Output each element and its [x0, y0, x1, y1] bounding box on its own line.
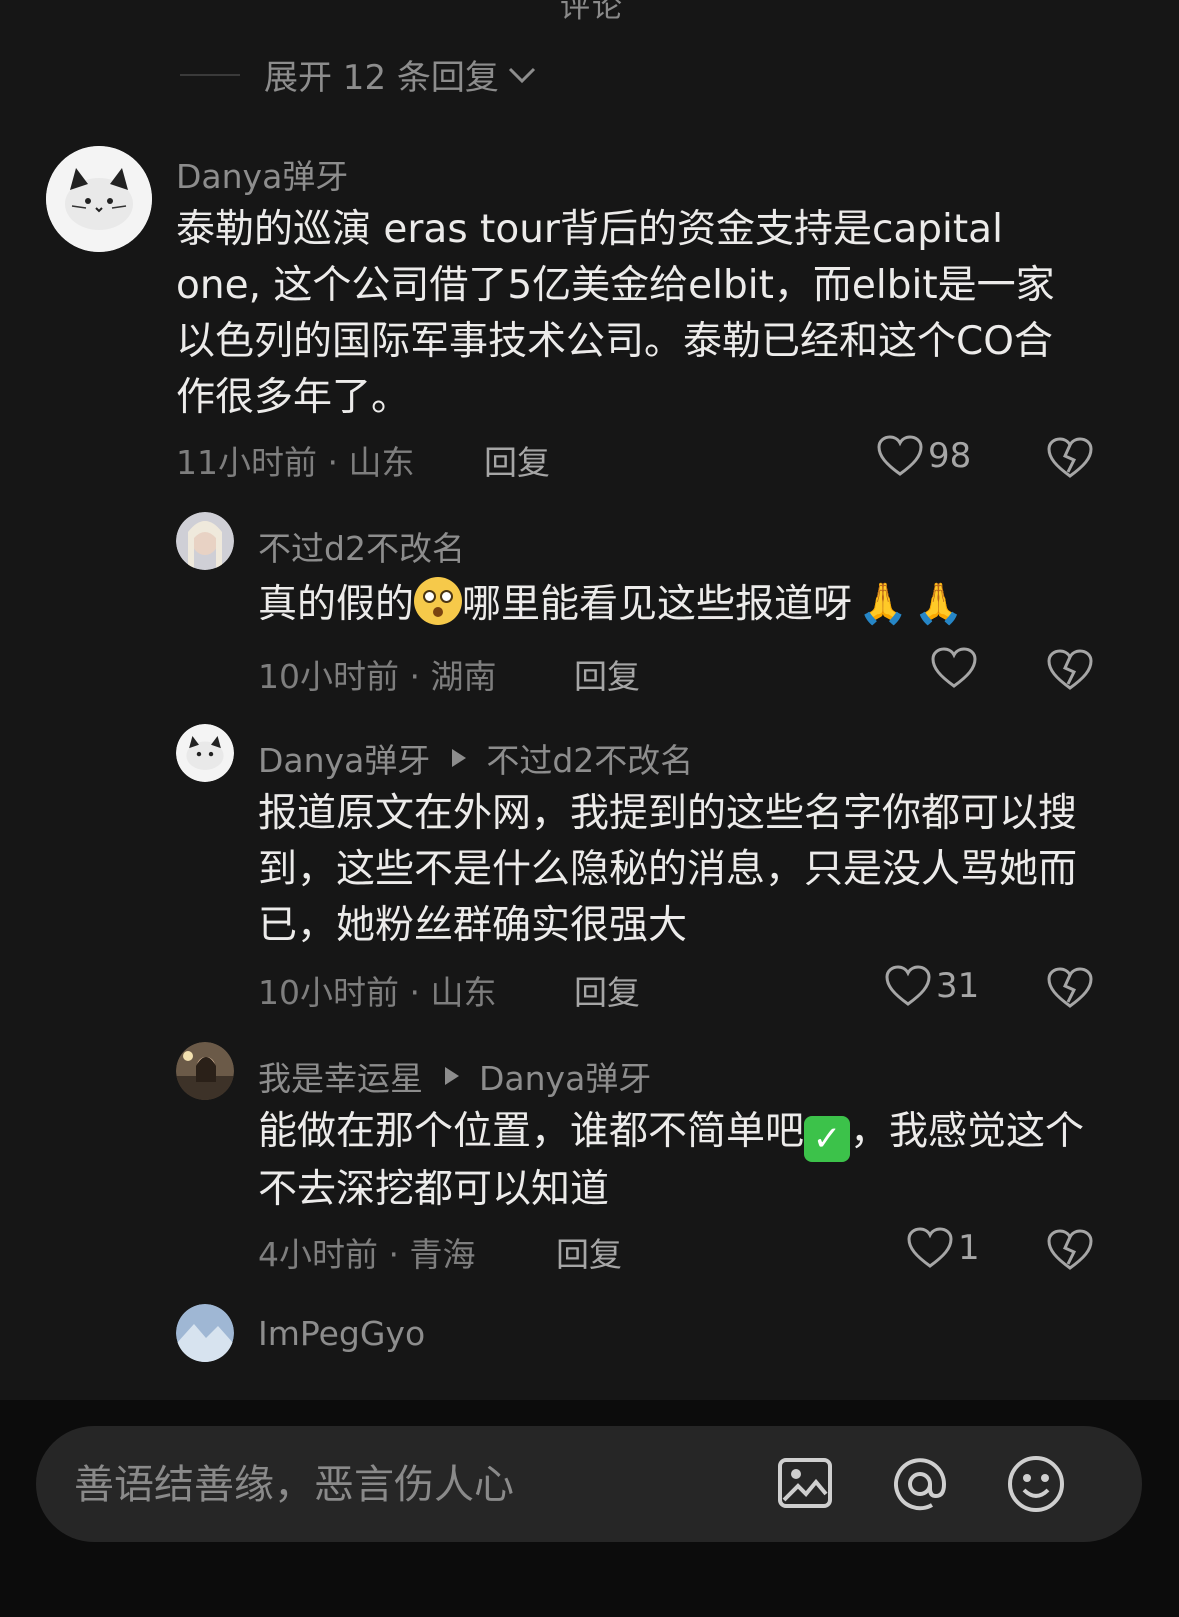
expand-replies-label: 展开 12 条回复 [264, 58, 499, 98]
username[interactable]: 我是幸运星 [258, 1052, 423, 1100]
dislike-button[interactable] [1046, 966, 1094, 1014]
like-count: 98 [928, 436, 972, 476]
emoji-picker-button[interactable] [1006, 1454, 1066, 1518]
broken-heart-icon [1047, 967, 1093, 1008]
comment-text: 报道原文在外网，我提到的这些名字你都可以搜到，这些不是什么隐秘的消息，只是没人骂… [258, 791, 1078, 948]
cat-avatar-icon [176, 724, 234, 782]
reply-button[interactable]: 回复 [574, 966, 640, 1014]
mention-button[interactable] [890, 1454, 950, 1518]
comment-input-bar [0, 1400, 1179, 1617]
comment-text: 真的假的 哪里能看见这些报道呀 🙏 🙏 [258, 576, 1138, 633]
like-count: 31 [936, 966, 980, 1006]
username[interactable]: 不过d2不改名 [258, 522, 465, 570]
time-location: 10小时前 · 山东 [258, 973, 497, 1012]
comment-text-part: 哪里能看见这些报道呀 [462, 582, 853, 627]
comment-text: 能做在那个位置，谁都不简单吧 ✓ ，我感觉这个不去深挖都可以知道 [258, 1104, 1108, 1218]
input-pill[interactable] [36, 1426, 1142, 1542]
like-button[interactable]: 98 [876, 434, 971, 478]
comment-input[interactable] [72, 1456, 736, 1514]
dislike-button[interactable] [1046, 1228, 1094, 1276]
time-location: 4小时前 · 青海 [258, 1235, 476, 1274]
comment-text: 泰勒的巡演 eras tour背后的资金支持是capital one, 这个公司… [176, 207, 1055, 420]
comment-text-part: 能做在那个位置，谁都不简单吧 [258, 1109, 805, 1154]
dislike-button[interactable] [1046, 648, 1094, 696]
broken-heart-icon [1047, 649, 1093, 690]
reply-arrow-icon [452, 749, 467, 767]
avatar[interactable] [176, 1042, 234, 1100]
time-location: 10小时前 · 湖南 [258, 657, 497, 696]
image-picker-button[interactable] [776, 1454, 834, 1516]
comment-text-part: 真的假的 [258, 582, 415, 627]
reply-to-username[interactable]: Danya弹牙 [479, 1052, 651, 1100]
portrait-avatar-icon [176, 512, 234, 570]
photo-avatar-icon [176, 1304, 234, 1362]
reply-button[interactable]: 回复 [574, 650, 640, 698]
chevron-down-icon [508, 67, 535, 83]
broken-heart-icon [1047, 437, 1093, 478]
partial-header-text: 评论 [560, 0, 624, 25]
heart-icon [907, 1227, 953, 1268]
heart-icon [885, 965, 931, 1006]
avatar[interactable] [176, 1304, 234, 1362]
avatar[interactable] [46, 146, 152, 252]
pray-icon: 🙏 [858, 581, 908, 627]
like-button[interactable]: 1 [906, 1226, 980, 1270]
image-icon [778, 1458, 832, 1508]
at-icon [894, 1458, 947, 1511]
cat-avatar-icon [46, 146, 152, 252]
reply-to-username[interactable]: 不过d2不改名 [486, 734, 693, 782]
heart-icon [877, 435, 923, 476]
username[interactable]: Danya弹牙 [258, 734, 430, 782]
pray-icon: 🙏 [913, 581, 964, 627]
dislike-button[interactable] [1046, 436, 1094, 484]
reply-arrow-icon [445, 1067, 459, 1085]
reply-button[interactable]: 回复 [484, 436, 550, 484]
avatar[interactable] [176, 512, 234, 570]
like-button[interactable] [930, 646, 978, 690]
reply-button[interactable]: 回复 [556, 1228, 622, 1276]
avatar[interactable] [176, 724, 234, 782]
expand-replies-button[interactable]: 展开 12 条回复 [180, 50, 537, 99]
time-location: 11小时前 · 山东 [176, 443, 415, 482]
photo-avatar-icon [176, 1042, 234, 1100]
check-mark-icon: ✓ [804, 1116, 851, 1162]
divider-line [180, 73, 240, 76]
smiley-icon [1008, 1456, 1064, 1512]
astonished-face-icon [414, 577, 463, 625]
heart-icon [931, 647, 977, 688]
like-button[interactable]: 31 [884, 964, 979, 1008]
reply-header: 我是幸运星 Danya弹牙 [258, 1052, 651, 1100]
reply-header: Danya弹牙 不过d2不改名 [258, 734, 693, 782]
like-count: 1 [958, 1228, 980, 1268]
username[interactable]: ImPegGyo [258, 1314, 425, 1353]
broken-heart-icon [1047, 1229, 1093, 1270]
username[interactable]: Danya弹牙 [176, 150, 348, 198]
